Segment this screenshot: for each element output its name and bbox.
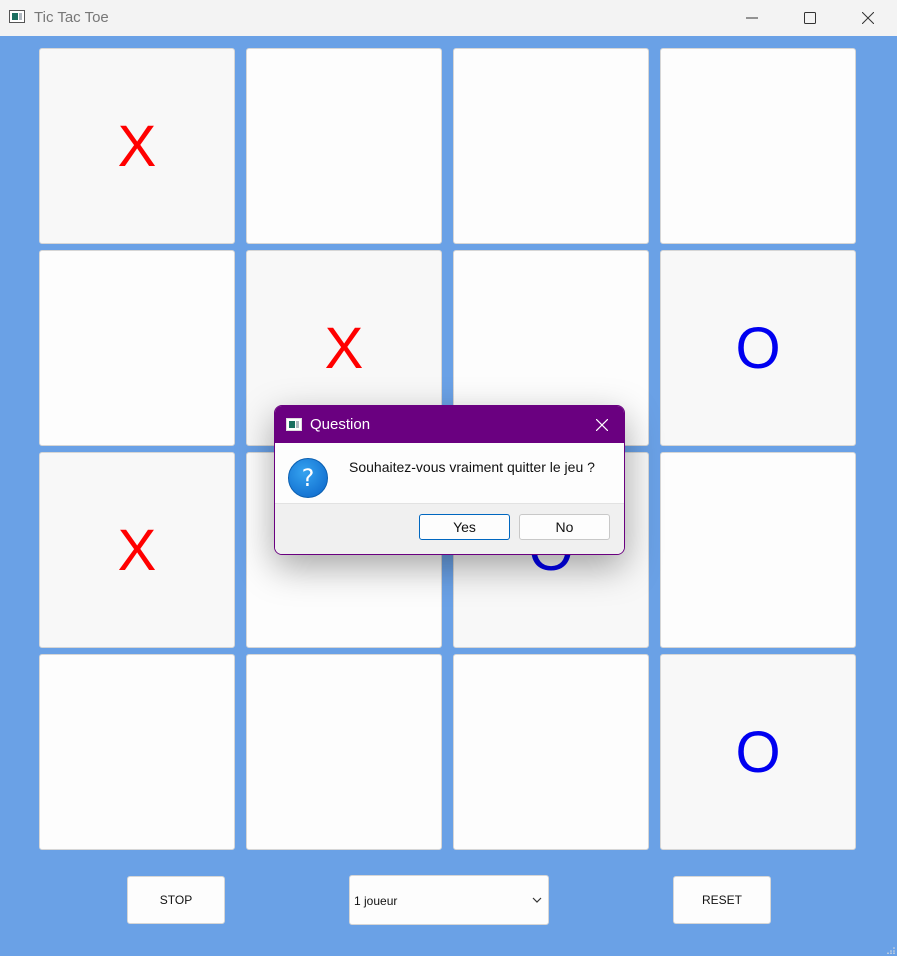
board-cell[interactable]: O xyxy=(660,250,856,446)
dialog-message: Souhaitez-vous vraiment quitter le jeu ? xyxy=(349,459,595,475)
dialog-title: Question xyxy=(310,416,371,433)
resize-grip-icon[interactable] xyxy=(887,946,895,954)
quit-confirm-dialog: Question ? Souhaitez-vous vraiment quitt… xyxy=(274,405,625,555)
maximize-icon xyxy=(804,12,816,24)
dialog-close-button[interactable] xyxy=(580,406,624,443)
window-titlebar: Tic Tac Toe xyxy=(0,0,897,36)
cell-mark: O xyxy=(735,315,781,381)
window-title: Tic Tac Toe xyxy=(34,9,109,26)
minimize-button[interactable] xyxy=(723,0,781,36)
no-button[interactable]: No xyxy=(519,514,610,540)
board-cell[interactable]: O xyxy=(660,654,856,850)
board-cell[interactable] xyxy=(660,452,856,648)
dialog-titlebar: Question xyxy=(275,406,624,443)
cell-mark: O xyxy=(735,719,781,785)
board-cell[interactable] xyxy=(660,48,856,244)
board-cell[interactable]: X xyxy=(39,48,235,244)
maximize-button[interactable] xyxy=(781,0,839,36)
close-icon xyxy=(596,418,608,431)
board-cell[interactable] xyxy=(453,48,649,244)
cell-mark: X xyxy=(324,315,364,381)
board-cell[interactable] xyxy=(453,654,649,850)
close-button[interactable] xyxy=(839,0,897,36)
stop-button[interactable]: STOP xyxy=(127,876,225,924)
dialog-footer: Yes No xyxy=(275,503,624,554)
yes-button[interactable]: Yes xyxy=(419,514,510,540)
question-icon: ? xyxy=(288,458,328,498)
reset-button[interactable]: RESET xyxy=(673,876,771,924)
cell-mark: X xyxy=(117,113,157,179)
board-cell[interactable] xyxy=(39,250,235,446)
app-icon xyxy=(9,10,25,23)
board-cell[interactable] xyxy=(39,654,235,850)
board-cell[interactable]: X xyxy=(39,452,235,648)
cell-mark: X xyxy=(117,517,157,583)
board-cell[interactable] xyxy=(246,654,442,850)
dialog-app-icon xyxy=(286,418,302,431)
chevron-down-icon xyxy=(532,897,542,903)
mode-select-value: 1 joueur xyxy=(354,894,398,908)
mode-select[interactable]: 1 joueur xyxy=(349,875,549,925)
board-cell[interactable] xyxy=(246,48,442,244)
close-icon xyxy=(862,12,874,24)
minimize-icon xyxy=(746,17,758,19)
